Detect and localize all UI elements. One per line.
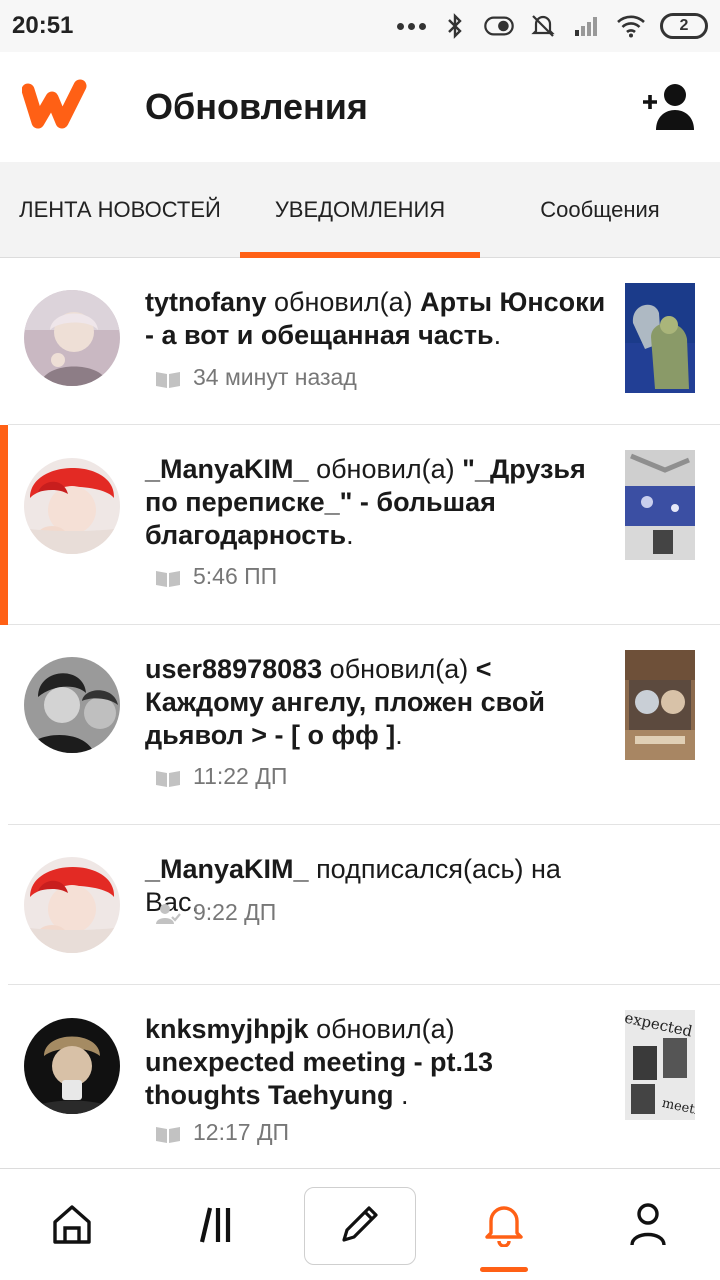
tab-notifications[interactable]: УВЕДОМЛЕНИЯ [240, 162, 480, 258]
list-item[interactable]: user88978083 обновил(а) < Каждому ангелу… [0, 625, 720, 825]
notification-story[interactable]: unexpected meeting - pt.13 thoughts Taeh… [145, 1047, 493, 1110]
story-cover[interactable] [625, 283, 695, 393]
nav-profile-button[interactable] [592, 1187, 704, 1265]
follow-icon [155, 903, 181, 924]
profile-icon [626, 1201, 670, 1252]
status-bar: 20:51 2 [0, 0, 720, 52]
notification-meta: 12:17 ДП [155, 1119, 289, 1146]
bluetooth-icon [440, 12, 470, 40]
bell-icon [481, 1201, 527, 1252]
notification-meta: 5:46 ПП [155, 563, 277, 590]
home-icon [50, 1202, 94, 1251]
notification-meta: 11:22 ДП [155, 763, 287, 790]
notification-meta: 9:22 ДП [155, 899, 276, 926]
toggle-icon [484, 12, 514, 40]
notification-meta: 34 минут назад [155, 364, 357, 391]
notification-time: 5:46 ПП [193, 563, 278, 589]
notification-username[interactable]: _ManyaKIM_ [145, 454, 309, 484]
avatar[interactable] [24, 290, 120, 386]
notification-username[interactable]: user88978083 [145, 654, 322, 684]
battery-icon: 2 [660, 13, 708, 39]
add-user-icon[interactable] [640, 80, 698, 132]
tab-news-feed[interactable]: ЛЕНТА НОВОСТЕЙ [0, 162, 240, 258]
list-item[interactable]: _ManyaKIM_ подписался(ась) на Вас. 9:22 … [0, 825, 720, 985]
notification-username[interactable]: tytnofany [145, 287, 267, 317]
tab-bar: ЛЕНТА НОВОСТЕЙ УВЕДОМЛЕНИЯ Сообщения [0, 162, 720, 258]
book-icon [155, 1123, 181, 1143]
story-cover[interactable]: expected meetin [625, 1010, 695, 1120]
status-icons: 2 [397, 10, 708, 42]
list-item[interactable]: tytnofany обновил(а) Арты Юнсоки - а вот… [0, 258, 720, 425]
nav-home-button[interactable] [16, 1187, 128, 1265]
nav-notifications-button[interactable] [448, 1187, 560, 1265]
avatar[interactable] [24, 657, 120, 753]
active-tab-indicator [480, 1267, 528, 1272]
list-item[interactable]: _ManyaKIM_ обновил(а) "_Друзья по перепи… [0, 425, 720, 625]
avatar[interactable] [24, 857, 120, 953]
library-icon [194, 1202, 238, 1251]
notification-time: 34 минут назад [193, 364, 357, 390]
signal-icon [572, 12, 602, 40]
nav-write-button[interactable] [304, 1187, 416, 1265]
notification-text: tytnofany обновил(а) Арты Юнсоки - а вот… [145, 287, 606, 350]
avatar[interactable] [24, 458, 120, 554]
notification-time: 12:17 ДП [193, 1119, 290, 1145]
avatar[interactable] [24, 1018, 120, 1114]
notification-username[interactable]: knksmyjhpjk [145, 1014, 309, 1044]
list-item[interactable]: knksmyjhpjk обновил(а) unexpected meetin… [0, 985, 720, 1168]
bottom-nav [0, 1168, 720, 1280]
notification-text: knksmyjhpjk обновил(а) unexpected meetin… [145, 1014, 494, 1110]
story-cover[interactable] [625, 450, 695, 560]
tab-messages[interactable]: Сообщения [480, 162, 720, 258]
notification-text: user88978083 обновил(а) < Каждому ангелу… [145, 654, 545, 750]
nav-library-button[interactable] [160, 1187, 272, 1265]
unread-indicator [0, 425, 8, 625]
book-icon [155, 368, 181, 388]
story-cover[interactable] [625, 650, 695, 760]
notification-text: _ManyaKIM_ обновил(а) "_Друзья по перепи… [145, 454, 586, 550]
pencil-icon [336, 1200, 384, 1253]
notification-list: tytnofany обновил(а) Арты Юнсоки - а вот… [0, 258, 720, 1168]
page-title: Обновления [145, 86, 368, 127]
book-icon [155, 767, 181, 787]
app-bar: Обновления [0, 52, 720, 162]
notification-time: 9:22 ДП [193, 899, 277, 925]
status-time: 20:51 [12, 12, 74, 39]
notification-time: 11:22 ДП [193, 763, 288, 789]
wattpad-logo[interactable] [21, 76, 90, 136]
book-icon [155, 567, 181, 587]
dots-icon [397, 22, 426, 30]
wifi-icon [616, 12, 646, 40]
notification-username[interactable]: _ManyaKIM_ [145, 854, 309, 884]
bell-muted-icon [528, 12, 558, 40]
